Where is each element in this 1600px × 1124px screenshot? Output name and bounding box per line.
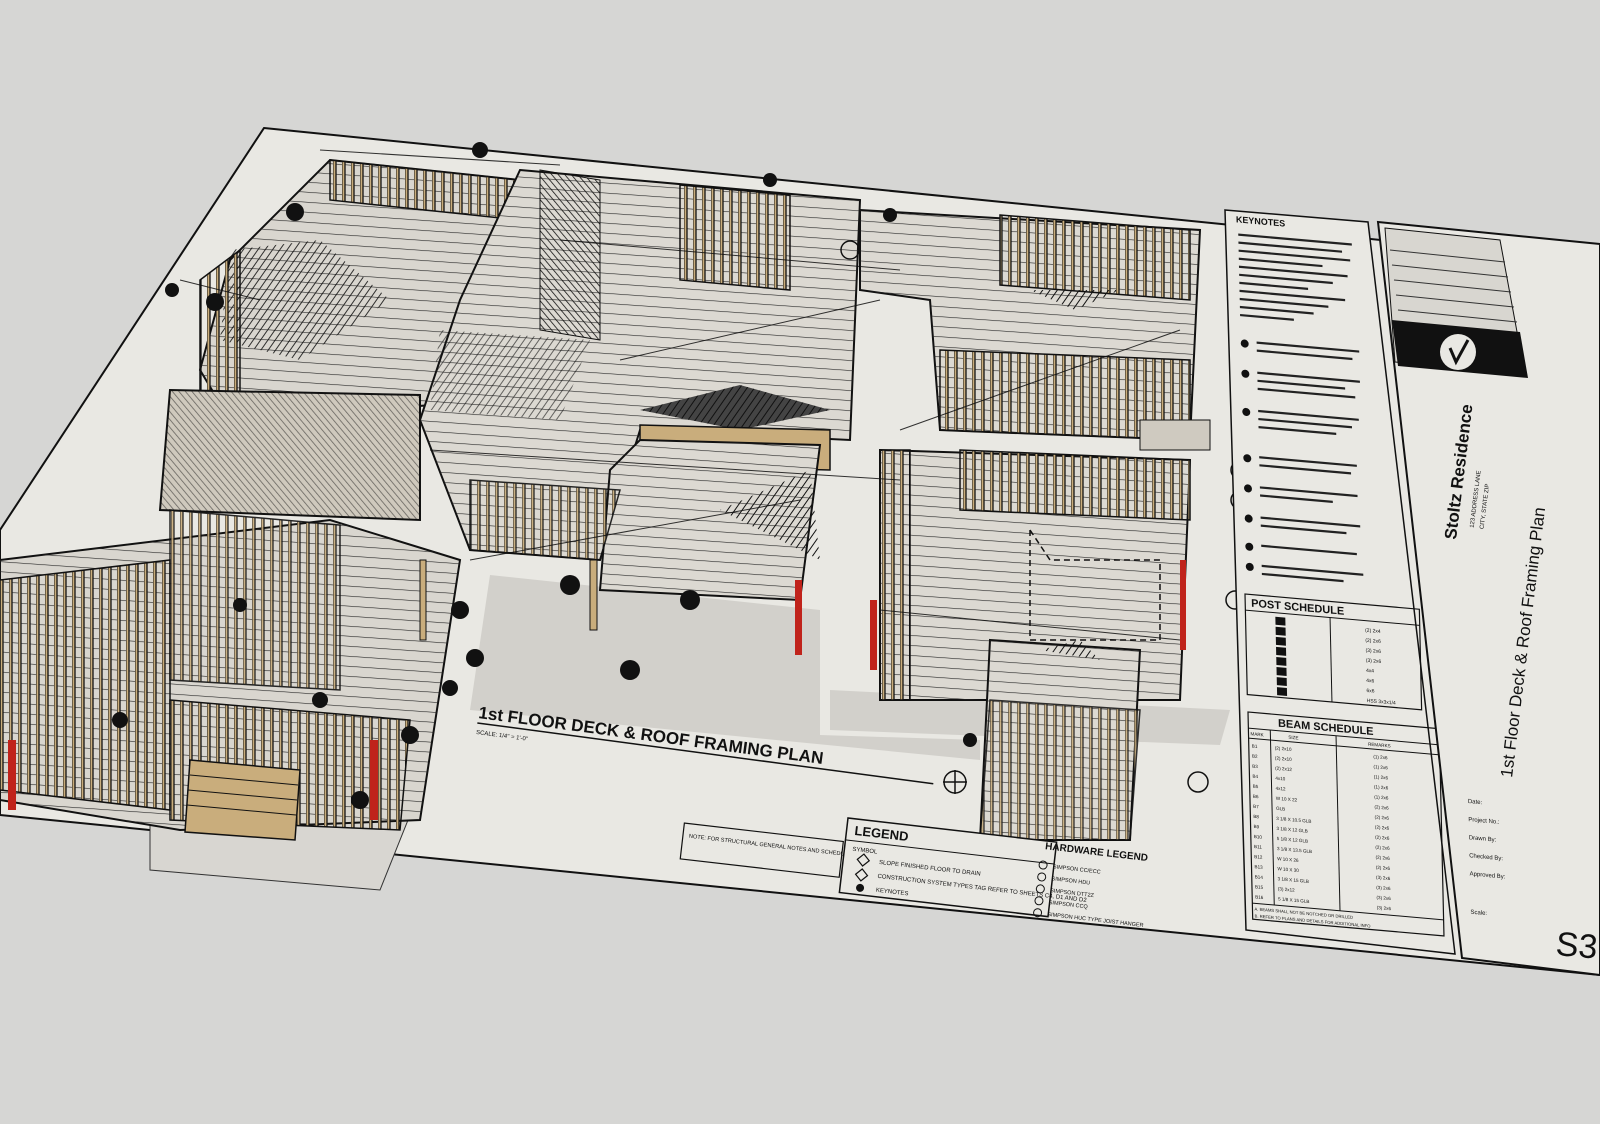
post-schedule-cell: 4x4 xyxy=(1366,668,1374,675)
title-field: Date: xyxy=(1468,799,1483,806)
beam-cell: B10 xyxy=(1254,834,1263,840)
beam-cell: B7 xyxy=(1253,804,1259,810)
beam-cell: B3 xyxy=(1252,764,1258,770)
beam-cell: B12 xyxy=(1254,854,1263,860)
beam-cell: B1 xyxy=(1252,743,1258,749)
beam-cell: B8 xyxy=(1253,814,1259,820)
post-schedule-cell: 4x6 xyxy=(1366,678,1374,685)
beam-cell: B16 xyxy=(1255,894,1264,900)
beam-cell: B11 xyxy=(1254,844,1262,850)
drawing-canvas: 1st FLOOR DECK & ROOF FRAMING PLAN SCALE… xyxy=(0,126,1600,977)
beam-cell: B15 xyxy=(1255,884,1264,890)
sheet-number: S3 xyxy=(1554,925,1599,966)
beam-cell: 4x10 xyxy=(1275,776,1285,782)
beam-cell: GLB xyxy=(1276,806,1285,812)
beam-header: SIZE xyxy=(1288,735,1298,741)
post-schedule-cell: 6x6 xyxy=(1366,688,1374,695)
beam-cell: B14 xyxy=(1255,874,1264,880)
beam-cell: B13 xyxy=(1254,864,1263,870)
beam-cell: B5 xyxy=(1253,784,1259,790)
beam-cell: B6 xyxy=(1253,794,1259,800)
logo-mark-icon xyxy=(1440,334,1476,370)
beam-cell: 4x12 xyxy=(1276,786,1286,792)
beam-cell: B9 xyxy=(1254,824,1260,830)
modeling-viewport[interactable]: 1st FLOOR DECK & ROOF FRAMING PLAN SCALE… xyxy=(0,0,1600,1119)
beam-cell: B4 xyxy=(1252,774,1258,780)
beam-cell: B2 xyxy=(1252,754,1258,760)
